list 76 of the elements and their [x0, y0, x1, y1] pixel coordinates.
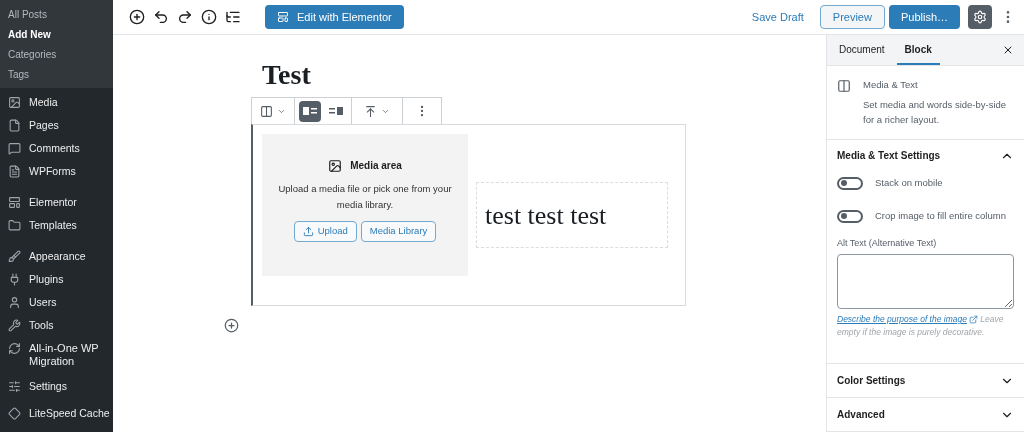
columns-icon [260, 104, 273, 118]
media-text-icon [837, 79, 851, 94]
image-icon [8, 96, 21, 109]
gear-icon [973, 10, 987, 24]
sidebar-tab[interactable]: Block [896, 35, 940, 66]
folder-icon [8, 219, 21, 232]
elementor-button[interactable]: Edit with Elementor [265, 5, 404, 29]
menu-item[interactable]: WPForms [0, 160, 113, 183]
paragraph-text[interactable]: test test test [485, 195, 607, 235]
layout-icon [277, 11, 289, 23]
media-area-description: Upload a media file or pick one from your media library. [277, 182, 453, 212]
plug-icon [8, 273, 21, 286]
menu-item[interactable]: Plugins [0, 268, 113, 291]
post-title[interactable]: Test [262, 55, 311, 95]
media-right-icon [328, 105, 344, 117]
submenu-item[interactable]: Tags [0, 64, 113, 84]
save-draft-link[interactable]: Save Draft [751, 8, 804, 26]
toggle-label: Crop image to fill entire column [875, 208, 1006, 223]
media-icon [328, 158, 343, 173]
add-icon [129, 9, 145, 25]
upload-button[interactable]: Upload [293, 221, 357, 242]
external-link-icon [968, 315, 978, 325]
text-column[interactable]: test test test [476, 182, 668, 248]
menu-item[interactable]: All-in-One WP Migration [0, 337, 113, 373]
sliders-icon [8, 380, 21, 393]
toggle-label: Stack on mobile [875, 175, 943, 190]
form-icon [8, 165, 21, 178]
preview-button[interactable]: Preview [819, 5, 885, 29]
layout-icon [8, 196, 21, 209]
media-library-button[interactable]: Media Library [360, 221, 437, 242]
diamond-icon [8, 407, 21, 420]
add-icon [224, 318, 239, 333]
submenu-item[interactable]: All Posts [0, 4, 113, 24]
section-header[interactable]: Advanced [827, 398, 1024, 431]
speech-bubble-icon [8, 142, 21, 155]
refresh-icon [8, 342, 21, 355]
menu-item[interactable]: Appearance [0, 245, 113, 268]
menu-item[interactable]: Tools [0, 314, 113, 337]
toggle-switch[interactable] [837, 176, 863, 190]
settings-button[interactable] [968, 5, 992, 29]
block-name: Media & Text [863, 78, 919, 93]
media-left-icon [302, 105, 318, 117]
redo-icon [177, 9, 193, 25]
submenu-item[interactable]: Categories [0, 44, 113, 64]
menu-item[interactable]: Media [0, 91, 113, 114]
section-header[interactable]: Color Settings [827, 364, 1024, 397]
list-icon [225, 9, 241, 25]
align-button[interactable] [299, 100, 321, 122]
block-description: Set media and words side-by-side for a richer layout. [863, 97, 1008, 127]
menu-item[interactable]: Templates [0, 214, 113, 237]
alt-text-field[interactable] [837, 254, 1014, 309]
alt-text-label: Alt Text (Alternative Text) [837, 236, 938, 250]
menu-item[interactable]: LiteSpeed Cache [0, 402, 113, 425]
sidebar-tab[interactable]: Document [831, 35, 893, 66]
media-area-title: Media area [350, 159, 402, 173]
align-top-icon [364, 104, 377, 118]
user-icon [8, 296, 21, 309]
page-icon [8, 119, 21, 132]
upload-icon [302, 226, 314, 237]
section-header[interactable]: Media & Text Settings [827, 140, 1024, 171]
publish-button[interactable]: Publish… [888, 5, 960, 29]
submenu-item[interactable]: Add New [0, 24, 113, 44]
menu-item[interactable]: Comments [0, 137, 113, 160]
brush-icon [8, 250, 21, 263]
toggle-switch[interactable] [837, 209, 863, 223]
add-block-button[interactable] [224, 318, 239, 333]
wrench-icon [8, 319, 21, 332]
media-text-block[interactable]: Media area Upload a media file or pick one from your media library. Upload Media Library test test test [251, 124, 686, 306]
menu-item[interactable]: Users [0, 291, 113, 314]
info-icon [201, 9, 217, 25]
describe-image-link[interactable]: Describe the purpose of the image [837, 314, 978, 324]
alt-text-help: Describe the purpose of the image Leave empty if the image is purely decorative. [837, 313, 1005, 339]
menu-item[interactable]: Settings [0, 375, 113, 398]
menu-item[interactable]: Pages [0, 114, 113, 137]
menu-item[interactable]: Elementor [0, 191, 113, 214]
undo-icon [153, 9, 169, 25]
